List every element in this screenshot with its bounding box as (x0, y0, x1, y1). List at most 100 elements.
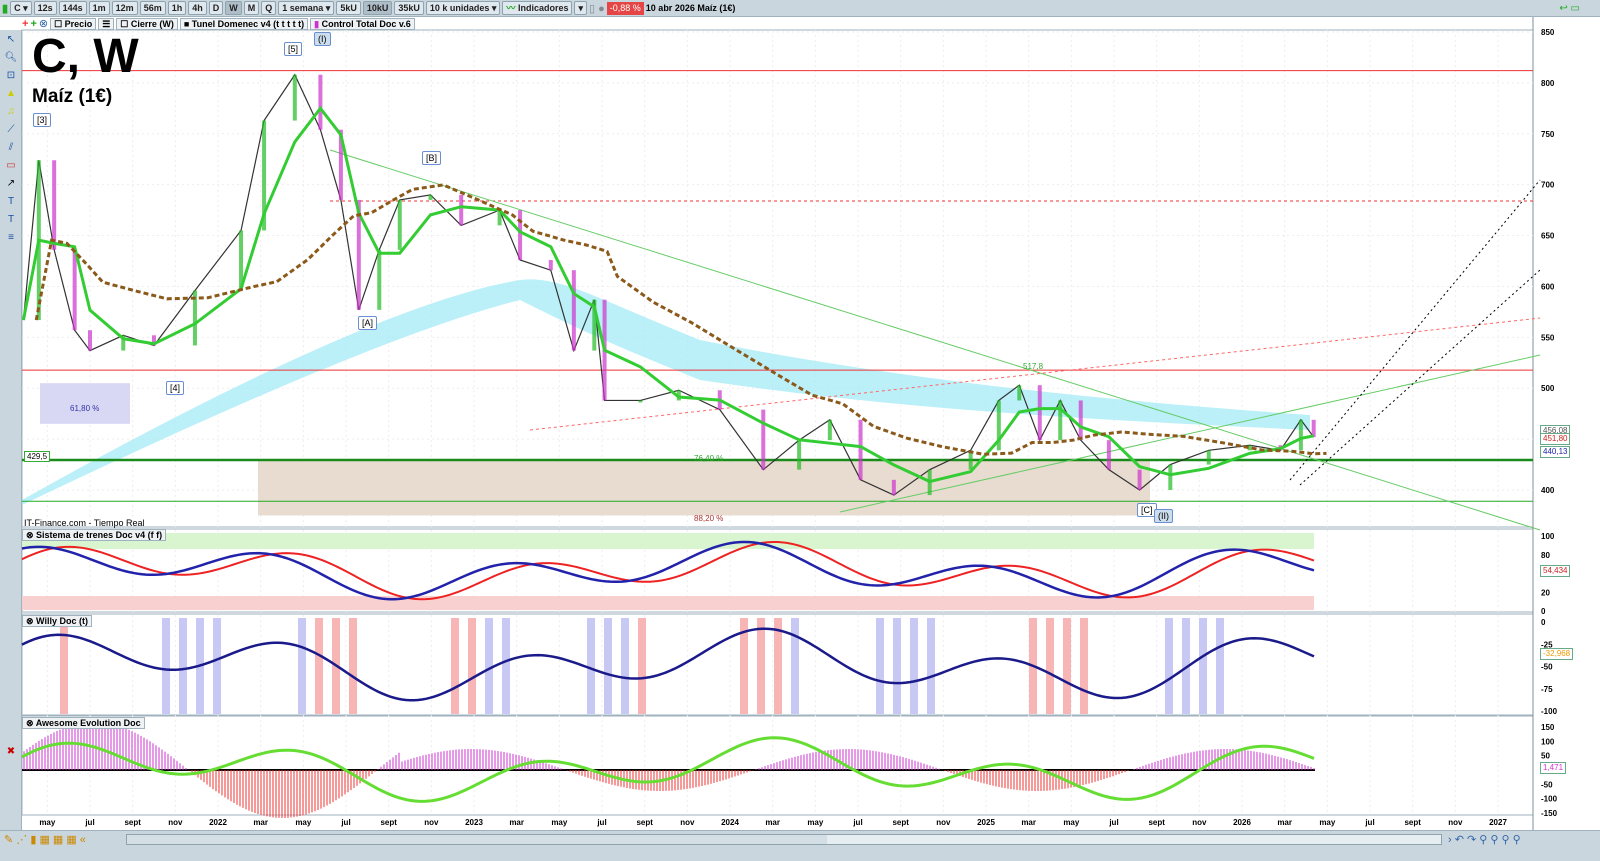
price-label-2: 451,80 (1540, 433, 1571, 445)
osc1-value: 54,434 (1540, 565, 1571, 577)
x-tick-label: nov (1192, 818, 1207, 827)
willy-bar (604, 618, 612, 714)
x-tick-label: jul (84, 818, 94, 827)
osc2-tick-label: 0 (1541, 618, 1546, 627)
x-tick-label: 2027 (1489, 818, 1507, 827)
osc3-tick-label: -150 (1541, 809, 1558, 818)
osc1-title-text: Sistema de trenes Doc v4 (f f) (36, 530, 163, 540)
x-tick-label: mar (509, 818, 524, 827)
price-label-3: 440,13 (1540, 446, 1571, 458)
y-tick-label: 650 (1541, 232, 1555, 241)
x-tick-label: 2026 (1233, 818, 1251, 827)
willy-bar (1080, 618, 1088, 714)
willy-bar (213, 618, 221, 714)
level-5178-label: 517,8 (1023, 362, 1044, 371)
time-scrollbar[interactable] (126, 834, 1442, 845)
candle (292, 74, 297, 121)
x-tick-label: sept (892, 818, 909, 827)
candle (397, 199, 402, 250)
willy-bar (451, 618, 459, 714)
osc1-tick-label: 80 (1541, 551, 1550, 560)
candle (638, 400, 643, 403)
x-tick-label: nov (680, 818, 695, 827)
osc2-title[interactable]: ⊗ Willy Doc (t) (22, 615, 92, 627)
scroll-thumb[interactable] (127, 835, 827, 844)
candle (858, 419, 863, 480)
willy-bar (757, 618, 765, 714)
candle (571, 270, 576, 351)
osc2-tick-label: -75 (1541, 685, 1553, 694)
x-tick-label: nov (168, 818, 183, 827)
candle (1168, 464, 1173, 491)
candle (1206, 450, 1211, 465)
candle (459, 194, 464, 226)
x-tick-label: mar (765, 818, 780, 827)
candle (827, 419, 832, 441)
x-tick-label: sept (1148, 818, 1165, 827)
level-4295-label: 429,5 (24, 451, 51, 462)
wave-label-I: (I) (314, 32, 331, 46)
bottom-bar: ✎ ⋰ ▮ ▦ ▦ ▦ « › ↶ ↷ ⚲ ⚲ ⚲ ⚲ (0, 830, 1600, 861)
osc2-value: -32,968 (1540, 648, 1574, 660)
x-tick-label: 2024 (721, 818, 739, 827)
candle (52, 160, 57, 250)
willy-bar (502, 618, 510, 714)
osc1-tick-label: 0 (1541, 607, 1546, 616)
fib-764-label: 76,40 % (694, 454, 724, 463)
willy-bar (774, 618, 782, 714)
candle (318, 74, 323, 130)
x-tick-label: may (1063, 818, 1080, 827)
y-tick-label: 800 (1541, 79, 1555, 88)
willy-bar (893, 618, 901, 714)
x-tick-label: jul (596, 818, 606, 827)
candle (1078, 400, 1083, 441)
x-tick-label: sept (1404, 818, 1421, 827)
osc2-tick-label: -100 (1541, 707, 1558, 716)
candle (1106, 440, 1111, 470)
willy-bar (485, 618, 493, 714)
x-tick-label: sept (124, 818, 141, 827)
bottom-tools[interactable]: ✎ ⋰ ▮ ▦ ▦ ▦ « (4, 833, 86, 846)
osc1-title[interactable]: ⊗ Sistema de trenes Doc v4 (f f) (22, 529, 167, 541)
x-tick-label: jul (852, 818, 862, 827)
willy-bar (1063, 618, 1071, 714)
zoom-controls[interactable]: › ↶ ↷ ⚲ ⚲ ⚲ ⚲ (1448, 833, 1521, 846)
y-tick-label: 850 (1541, 28, 1555, 37)
x-tick-label: may (39, 818, 56, 827)
osc3-tick-label: 150 (1541, 723, 1555, 732)
wave-label-B: [B] (422, 151, 442, 165)
candle (797, 440, 802, 470)
x-tick-label: mar (253, 818, 268, 827)
osc3-title[interactable]: ⊗ Awesome Evolution Doc (22, 717, 145, 729)
candle (1137, 469, 1142, 491)
candle (1311, 419, 1316, 438)
willy-bar (468, 618, 476, 714)
wave-label-5: [5] (284, 42, 303, 56)
osc1-tick-label: 20 (1541, 588, 1550, 597)
wave-label-II: (II) (1154, 509, 1173, 523)
willy-bar (587, 618, 595, 714)
willy-bar (638, 618, 646, 714)
x-tick-label: 2025 (977, 818, 995, 827)
candle (1037, 385, 1042, 441)
fib-882-label: 88,20 % (694, 514, 724, 523)
willy-bar (927, 618, 935, 714)
fib-zone (258, 459, 1150, 516)
y-tick-label: 550 (1541, 333, 1555, 342)
panel-0 (21, 29, 1534, 528)
x-tick-label: jul (340, 818, 350, 827)
willy-bar (60, 618, 68, 714)
x-tick-label: nov (424, 818, 439, 827)
osc3-tick-label: -100 (1541, 795, 1558, 804)
chart-canvas[interactable]: 850800750700650600550500450400mayjulsept… (0, 0, 1600, 861)
candle (548, 259, 553, 271)
fib-618-label: 61,80 % (70, 404, 100, 413)
candle (1017, 385, 1022, 401)
willy-bar (876, 618, 884, 714)
willy-bar (1046, 618, 1054, 714)
willy-bar (162, 618, 170, 714)
osc1-tick-label: 100 (1541, 532, 1555, 541)
osc3-tick-label: -50 (1541, 780, 1553, 789)
x-tick-label: 2023 (465, 818, 483, 827)
osc3-value: 1,471 (1540, 762, 1567, 774)
